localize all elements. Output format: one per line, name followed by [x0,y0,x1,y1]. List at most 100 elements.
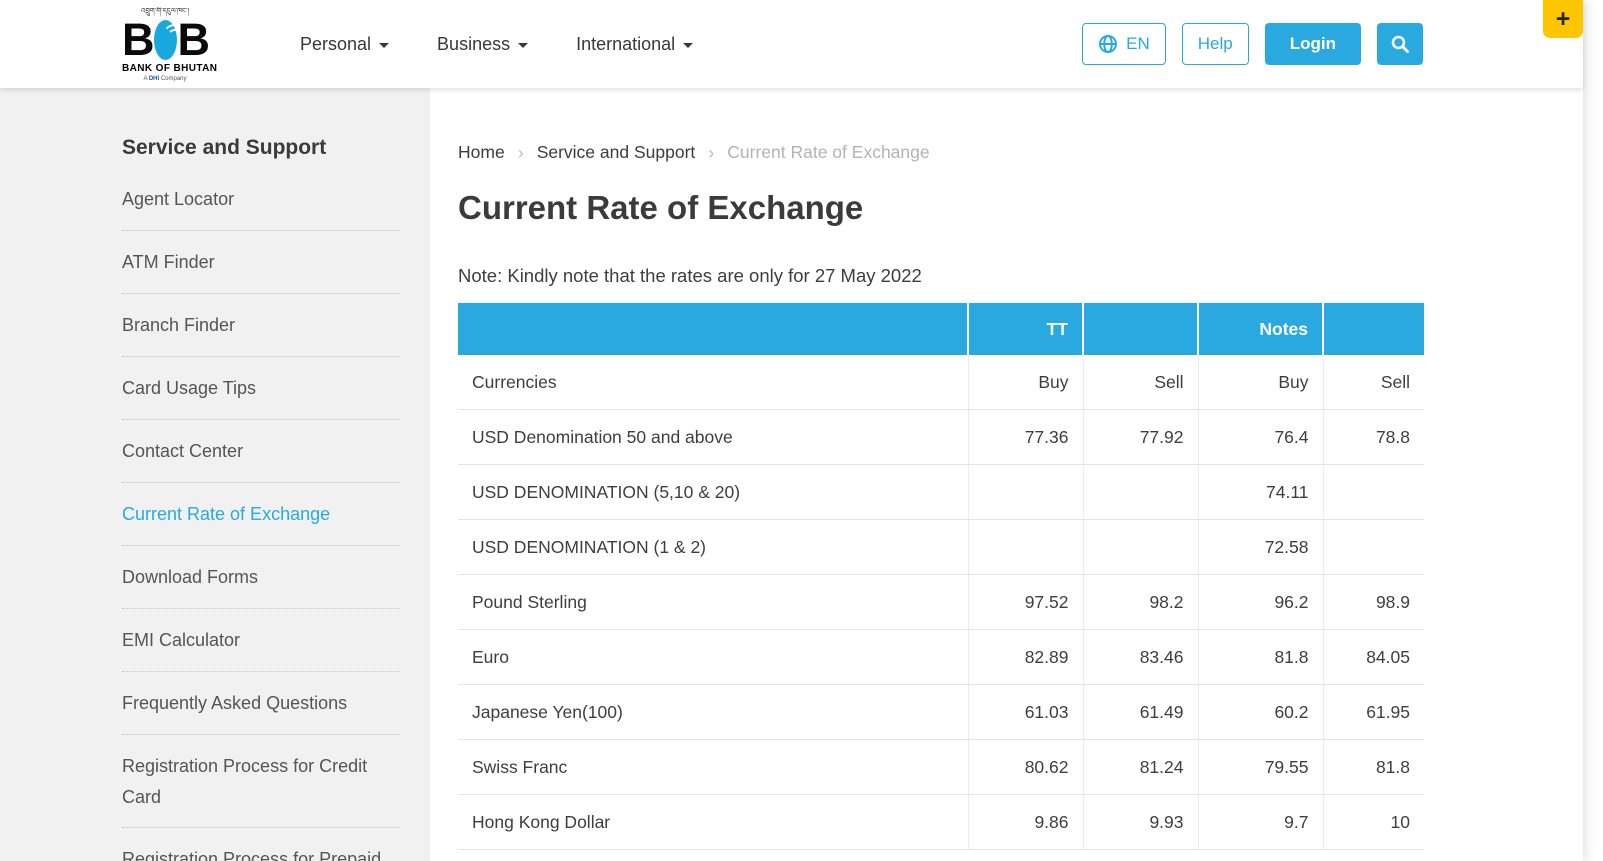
exchange-rate-table: TT Notes Currencies Buy Sell Buy Sell US… [458,303,1424,850]
rate-value-cell: 83.46 [1083,630,1198,685]
chevron-right-icon: › [518,144,524,162]
sidebar: Service and Support Agent LocatorATM Fin… [0,88,430,861]
login-label: Login [1290,34,1336,54]
help-button[interactable]: Help [1182,23,1249,65]
nav-personal-label: Personal [300,34,371,55]
rate-value-cell: 79.55 [1198,740,1323,795]
currency-name-cell: Pound Sterling [458,575,968,630]
rate-value-cell: 81.8 [1198,630,1323,685]
exchange-table-row: USD DENOMINATION (1 & 2)72.58 [458,520,1424,575]
content-area: Service and Support Agent LocatorATM Fin… [0,88,1583,861]
nav-international-label: International [576,34,675,55]
column-header-tt-sell: Sell [1083,355,1198,410]
chevron-down-icon [379,43,389,48]
sidebar-title: Service and Support [122,136,400,160]
currency-name-cell: USD DENOMINATION (5,10 & 20) [458,465,968,520]
exchange-table-row: Pound Sterling97.5298.296.298.9 [458,575,1424,630]
rate-value-cell: 98.9 [1323,575,1424,630]
table-group-header-row: TT Notes [458,303,1424,355]
nav-personal-dropdown[interactable]: Personal [300,34,389,55]
sidebar-item-contact-center[interactable]: Contact Center [122,420,400,483]
currency-name-cell: Hong Kong Dollar [458,795,968,850]
sidebar-item-atm-finder[interactable]: ATM Finder [122,231,400,294]
language-button[interactable]: EN [1082,23,1166,65]
rate-value-cell: 80.62 [968,740,1083,795]
currency-name-cell: USD Denomination 50 and above [458,410,968,465]
rate-value-cell [1083,465,1198,520]
exchange-table-row: Swiss Franc80.6281.2479.5581.8 [458,740,1424,795]
nav-business-dropdown[interactable]: Business [437,34,528,55]
rates-date-note: Note: Kindly note that the rates are onl… [458,265,1583,287]
group-header-tt: TT [968,303,1083,355]
nav-business-label: Business [437,34,510,55]
rate-value-cell [1323,465,1424,520]
chevron-down-icon [518,43,528,48]
group-header-empty [1083,303,1198,355]
rate-value-cell [968,465,1083,520]
group-header-empty [1323,303,1424,355]
exchange-table-row: Hong Kong Dollar9.869.939.710 [458,795,1424,850]
logo-letters: B B [122,17,208,63]
login-button[interactable]: Login [1265,23,1361,65]
sidebar-item-registration-process-for-credit-card[interactable]: Registration Process for Credit Card [122,735,400,829]
sidebar-item-card-usage-tips[interactable]: Card Usage Tips [122,357,400,420]
rate-value-cell: 61.95 [1323,685,1424,740]
rate-value-cell: 9.93 [1083,795,1198,850]
group-header-notes: Notes [1198,303,1323,355]
bank-of-bhutan-logo[interactable]: འབྲུག་གི་དངུལ་ཁང་། B B BANK OF BHUTAN A … [122,7,208,82]
rate-value-cell: 97.52 [968,575,1083,630]
rate-value-cell: 10 [1323,795,1424,850]
sidebar-item-agent-locator[interactable]: Agent Locator [122,168,400,231]
rate-value-cell: 78.8 [1323,410,1424,465]
header-actions: EN Help Login [1082,23,1423,65]
rate-value-cell: 60.2 [1198,685,1323,740]
tagline-brand: DHI [149,76,159,82]
column-header-notes-buy: Buy [1198,355,1323,410]
currency-name-cell: Swiss Franc [458,740,968,795]
sidebar-item-branch-finder[interactable]: Branch Finder [122,294,400,357]
search-button[interactable] [1377,23,1423,65]
nav-international-dropdown[interactable]: International [576,34,693,55]
currency-name-cell: Euro [458,630,968,685]
currency-name-cell: USD DENOMINATION (1 & 2) [458,520,968,575]
table-subheader-row: Currencies Buy Sell Buy Sell [458,355,1424,410]
logo-letter-b: B [122,17,153,62]
rate-value-cell: 77.36 [968,410,1083,465]
rate-value-cell: 76.4 [1198,410,1323,465]
exchange-table-row: USD Denomination 50 and above77.3677.927… [458,410,1424,465]
column-header-currencies: Currencies [458,355,968,410]
breadcrumb-service-support-link[interactable]: Service and Support [537,142,696,163]
sidebar-item-current-rate-of-exchange[interactable]: Current Rate of Exchange [122,483,400,546]
chevron-down-icon [683,43,693,48]
chevron-right-icon: › [708,144,714,162]
logo-letter-b: B [178,17,209,62]
language-label: EN [1126,34,1150,54]
page-title: Current Rate of Exchange [458,189,1583,227]
sidebar-item-frequently-asked-questions[interactable]: Frequently Asked Questions [122,672,400,735]
breadcrumb-home-link[interactable]: Home [458,142,505,163]
rate-value-cell: 61.49 [1083,685,1198,740]
rate-value-cell: 98.2 [1083,575,1198,630]
logo-blue-circle-icon [154,20,177,60]
rate-value-cell: 9.86 [968,795,1083,850]
rate-value-cell: 81.8 [1323,740,1424,795]
exchange-table-body: USD Denomination 50 and above77.3677.927… [458,410,1424,850]
sidebar-item-download-forms[interactable]: Download Forms [122,546,400,609]
rate-value-cell: 96.2 [1198,575,1323,630]
breadcrumb-current-page: Current Rate of Exchange [727,142,929,163]
rate-value-cell: 77.92 [1083,410,1198,465]
rate-value-cell [1323,520,1424,575]
sidebar-item-emi-calculator[interactable]: EMI Calculator [122,609,400,672]
sidebar-menu: Agent LocatorATM FinderBranch FinderCard… [122,168,400,861]
search-icon [1390,34,1410,54]
accessibility-toggle-button[interactable]: + [1543,0,1583,38]
exchange-table-row: Euro82.8983.4681.884.05 [458,630,1424,685]
logo-tagline: A DHI Company [122,76,208,82]
tagline-suffix: Company [161,76,187,82]
exchange-table-row: USD DENOMINATION (5,10 & 20)74.11 [458,465,1424,520]
column-header-tt-buy: Buy [968,355,1083,410]
sidebar-item-registration-process-for-prepaid-card[interactable]: Registration Process for Prepaid Card [122,828,400,861]
globe-icon [1098,34,1118,54]
plus-icon: + [1556,5,1571,34]
logo-bank-name: BANK OF BHUTAN [122,63,208,74]
